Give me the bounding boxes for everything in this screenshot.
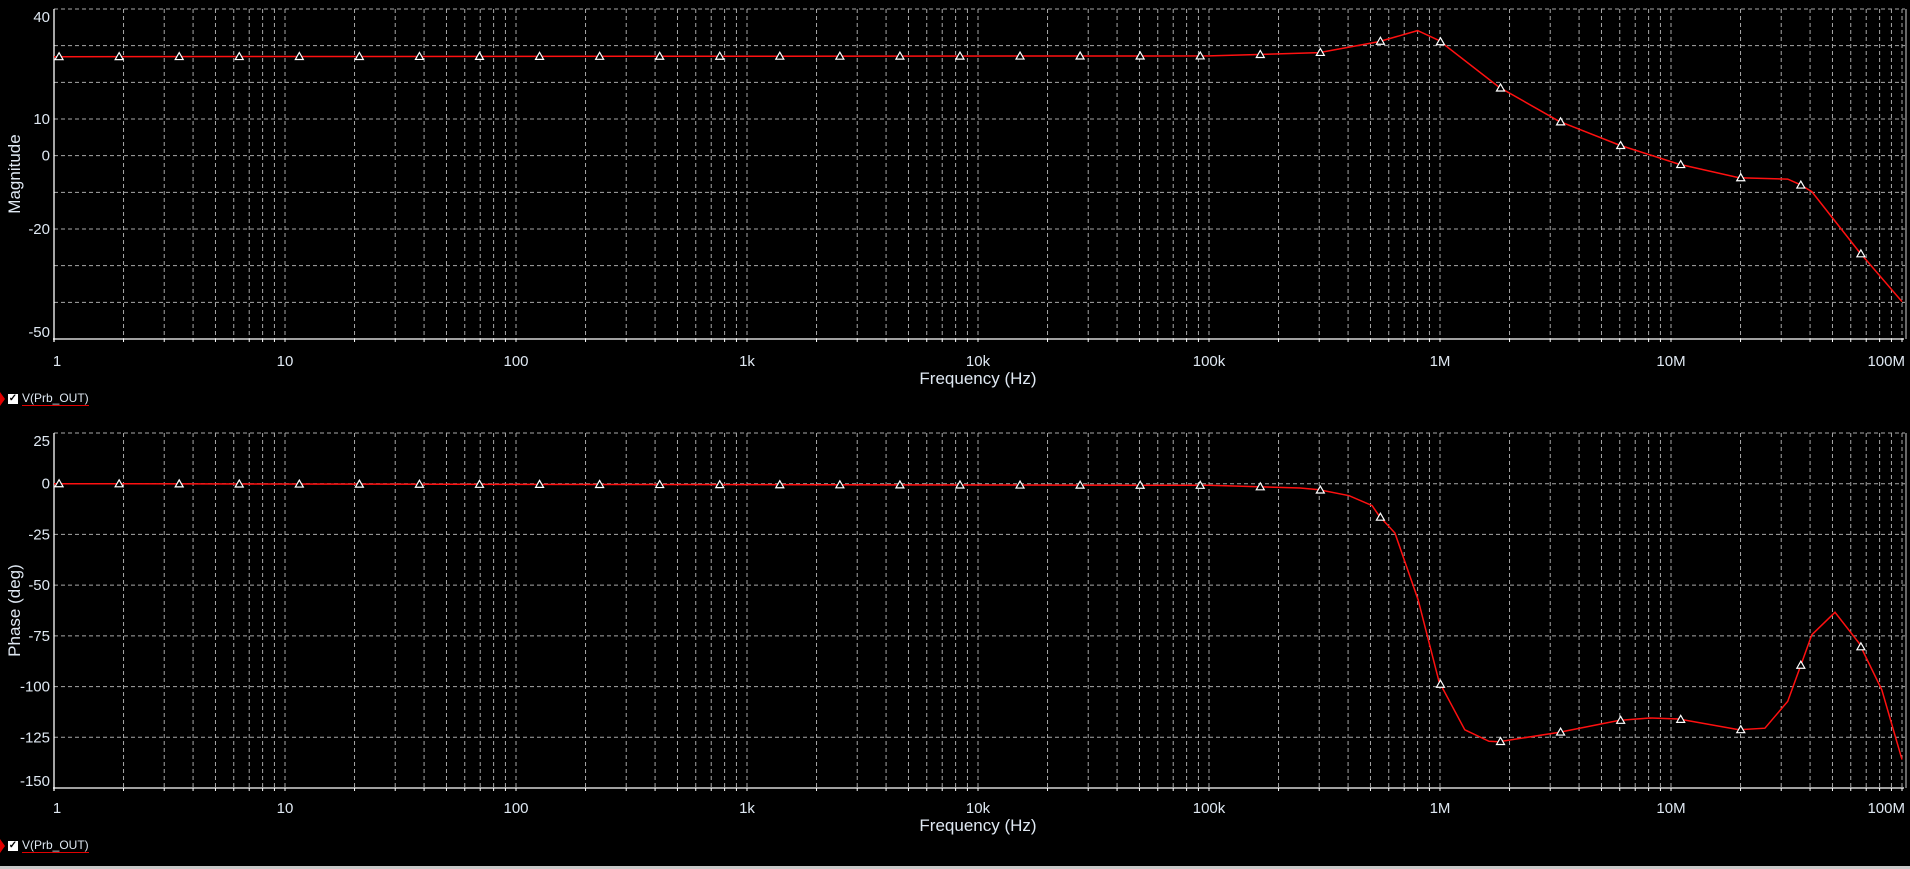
legend-label: V(Prb_OUT) <box>22 391 89 406</box>
x-tick-label: 100 <box>503 800 528 817</box>
y-tick-label: -125 <box>20 729 50 746</box>
bode-plot: 1 10 100 1k 10k 100k 1M 10M 100M40100-20-50Frequ… <box>5 8 1907 835</box>
y-tick-label: 0 <box>42 476 50 493</box>
legend-marker-icon <box>0 392 5 406</box>
x-tick-label: 1 <box>53 353 61 370</box>
y-tick-label: -100 <box>20 679 50 696</box>
magnitude-panel: 1 10 100 1k 10k 100k 1M 10M 100M40100-20-50Frequ… <box>5 8 1907 388</box>
x-tick-label: 1 <box>53 800 61 817</box>
trace-marker <box>1855 641 1866 651</box>
y-axis-title: Magnitude <box>5 134 24 213</box>
x-tick-label: 1M <box>1430 353 1451 370</box>
legend-checkbox[interactable]: ✓ <box>8 394 18 404</box>
legend-marker-icon <box>0 839 5 853</box>
x-axis-title: Frequency (Hz) <box>919 816 1036 835</box>
x-tick-label: 10M <box>1656 353 1685 370</box>
y-tick-label: 0 <box>42 148 50 165</box>
trace-marker <box>1795 179 1806 189</box>
x-axis-title: Frequency (Hz) <box>919 369 1036 388</box>
x-tick-label: 10 <box>277 353 294 370</box>
legend-phase[interactable]: ✓ V(Prb_OUT) <box>0 838 89 854</box>
trace-marker <box>1495 82 1506 92</box>
x-tick-label: 10M <box>1656 800 1685 817</box>
y-tick-label: -20 <box>28 221 50 238</box>
y-tick-label: 10 <box>33 111 50 128</box>
x-tick-label: 1M <box>1430 800 1451 817</box>
trace-marker <box>1435 679 1446 688</box>
x-tick-label: 100k <box>1193 353 1226 370</box>
x-tick-label: 100k <box>1193 800 1226 817</box>
y-tick-label: 25 <box>33 433 50 450</box>
phase-panel: 1 10 100 1k 10k 100k 1M 10M 100M 25 0 -25 -50 -75 -100… <box>5 432 1907 835</box>
x-tick-label: 100 <box>503 353 528 370</box>
trace-marker <box>1795 660 1806 669</box>
y-tick-label: -50 <box>28 324 50 341</box>
x-tick-label: 10k <box>966 353 991 370</box>
legend-label: V(Prb_OUT) <box>22 838 89 853</box>
y-tick-label: -25 <box>28 526 50 543</box>
x-tick-label: 100M <box>1867 800 1905 817</box>
trace-marker <box>1435 36 1446 46</box>
x-tick-label: 100M <box>1867 353 1905 370</box>
y-tick-label: -150 <box>20 773 50 790</box>
legend-checkbox[interactable]: ✓ <box>8 841 18 851</box>
y-tick-label: 40 <box>33 9 50 26</box>
x-tick-label: 10k <box>966 800 991 817</box>
legend-magnitude[interactable]: ✓ V(Prb_OUT) <box>0 391 89 407</box>
x-tick-label: 1k <box>739 800 755 817</box>
y-axis-title: Phase (deg) <box>5 564 24 657</box>
x-tick-label: 10 <box>277 800 294 817</box>
x-tick-label: 1k <box>739 353 755 370</box>
y-tick-label: -75 <box>28 628 50 645</box>
y-tick-label: -50 <box>28 577 50 594</box>
